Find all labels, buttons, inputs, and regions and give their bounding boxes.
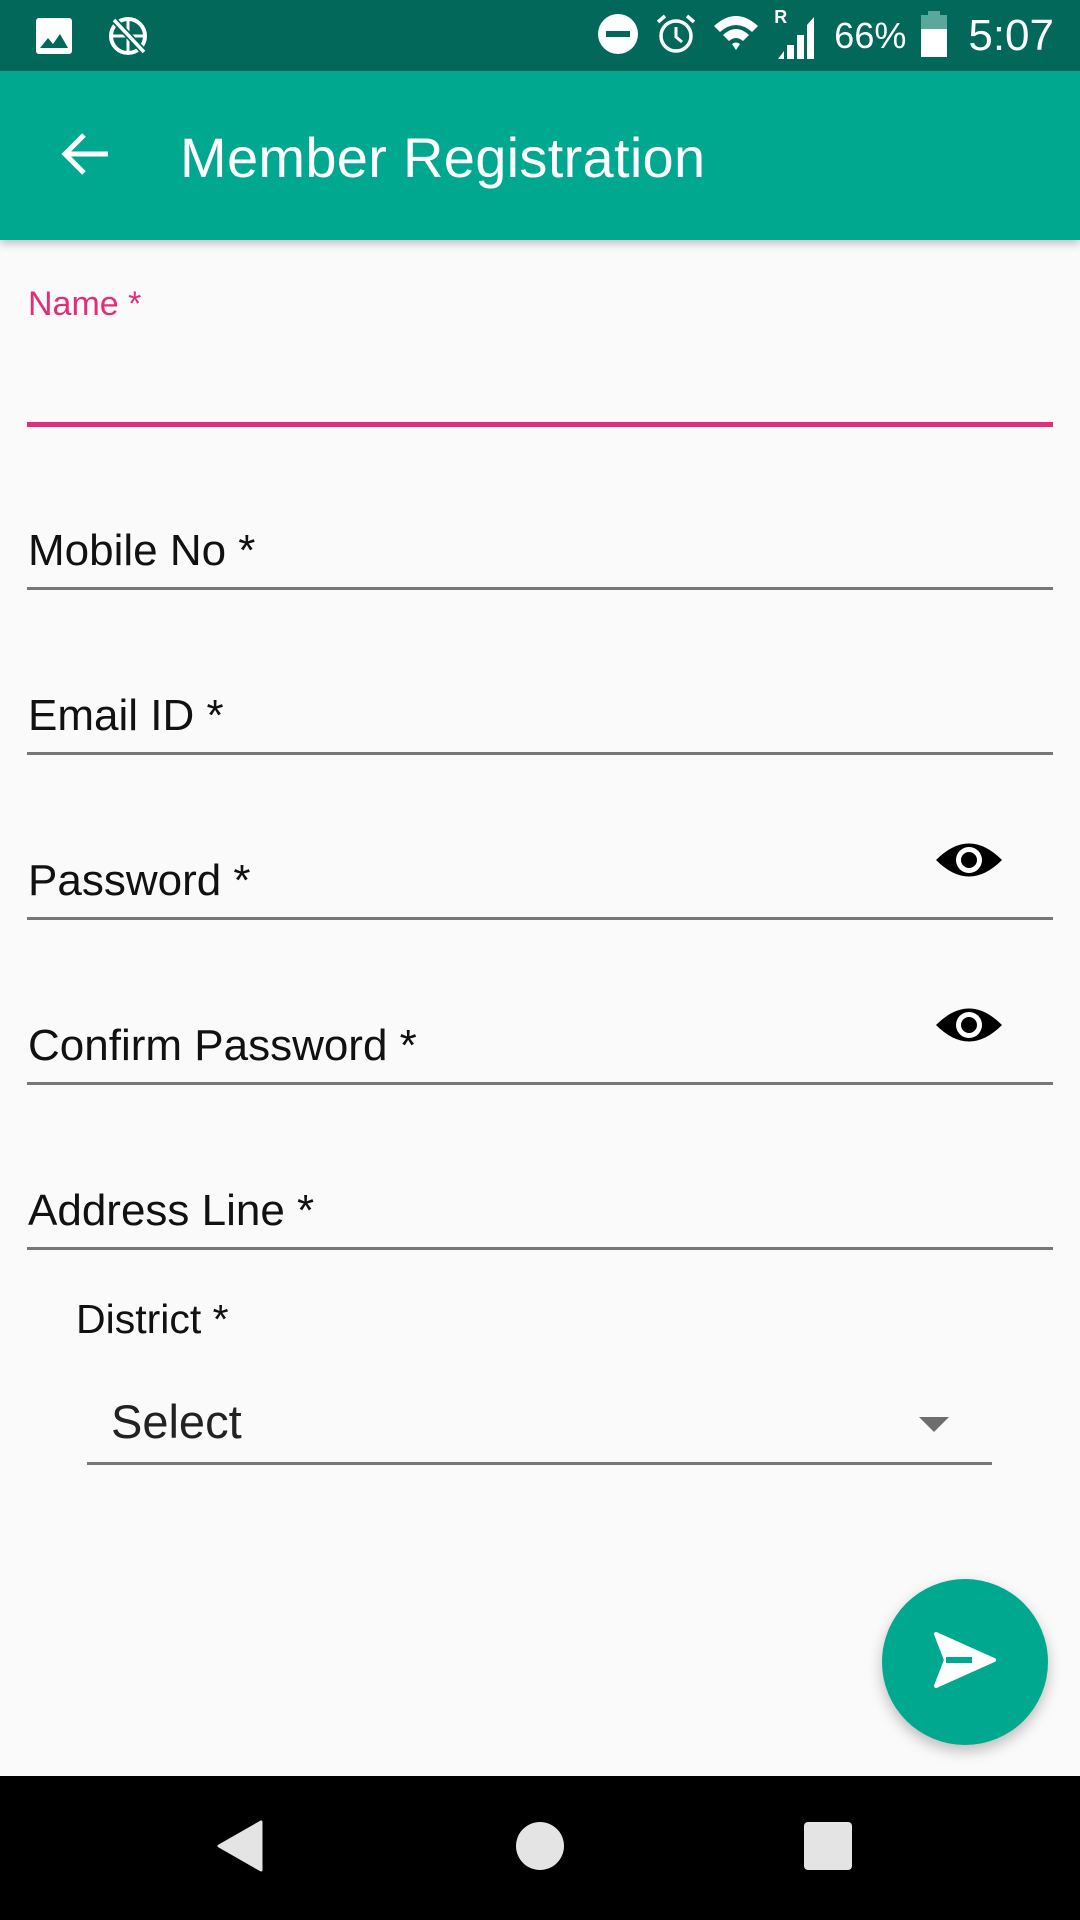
mobile-underline — [27, 587, 1053, 590]
email-input[interactable] — [27, 685, 1057, 747]
wifi-icon — [712, 12, 760, 61]
system-nav-bar — [0, 1776, 1080, 1920]
address-underline — [27, 1247, 1053, 1250]
confirm-password-field[interactable]: Confirm Password * — [27, 995, 1053, 1090]
password-visibility-toggle[interactable] — [934, 827, 1004, 897]
email-field[interactable]: Email ID * — [27, 665, 1057, 760]
password-input[interactable] — [27, 850, 931, 912]
page-title: Member Registration — [180, 126, 706, 189]
status-bar: R 66% 5:07 — [0, 0, 1080, 71]
nav-home-button[interactable] — [504, 1812, 576, 1884]
nav-back-button[interactable] — [204, 1812, 276, 1884]
clock: 5:07 — [968, 11, 1054, 60]
district-label: District * — [76, 1296, 229, 1342]
password-underline — [27, 917, 1053, 920]
eye-icon — [934, 837, 1004, 888]
eye-icon — [934, 1002, 1004, 1053]
mobile-field[interactable]: Mobile No * — [27, 500, 1057, 595]
name-underline — [27, 422, 1053, 427]
name-label: Name * — [28, 285, 142, 323]
send-icon — [932, 1630, 998, 1695]
back-button[interactable] — [50, 121, 120, 191]
district-dropdown[interactable]: Select — [87, 1390, 992, 1465]
name-input[interactable] — [27, 342, 1057, 414]
battery-percent: 66% — [834, 15, 907, 56]
submit-button[interactable] — [882, 1579, 1048, 1745]
battery-icon — [920, 10, 948, 62]
app-bar: Member Registration — [0, 71, 1080, 240]
email-underline — [27, 752, 1053, 755]
dropdown-arrow-icon — [919, 1417, 949, 1432]
nav-recents-icon — [803, 1821, 853, 1876]
nav-recents-button[interactable] — [792, 1812, 864, 1884]
mobile-input[interactable] — [27, 520, 1057, 582]
confirm-password-underline — [27, 1082, 1053, 1085]
name-field[interactable]: Name * — [27, 280, 1057, 430]
address-input[interactable] — [27, 1180, 1057, 1242]
nav-home-icon — [515, 1821, 565, 1876]
nav-back-icon — [215, 1820, 265, 1877]
gallery-icon — [34, 16, 74, 61]
alarm-icon — [654, 12, 698, 61]
cellular-roaming-icon: R — [774, 7, 820, 61]
password-field[interactable]: Password * — [27, 830, 1053, 925]
arrow-back-icon — [58, 127, 112, 186]
confirm-password-visibility-toggle[interactable] — [934, 992, 1004, 1062]
address-field[interactable]: Address Line * — [27, 1160, 1057, 1255]
confirm-password-input[interactable] — [27, 1015, 931, 1077]
no-network-globe-icon — [106, 14, 150, 63]
district-selected-value: Select — [111, 1395, 242, 1448]
do-not-disturb-icon — [596, 12, 640, 61]
district-underline — [87, 1462, 992, 1465]
